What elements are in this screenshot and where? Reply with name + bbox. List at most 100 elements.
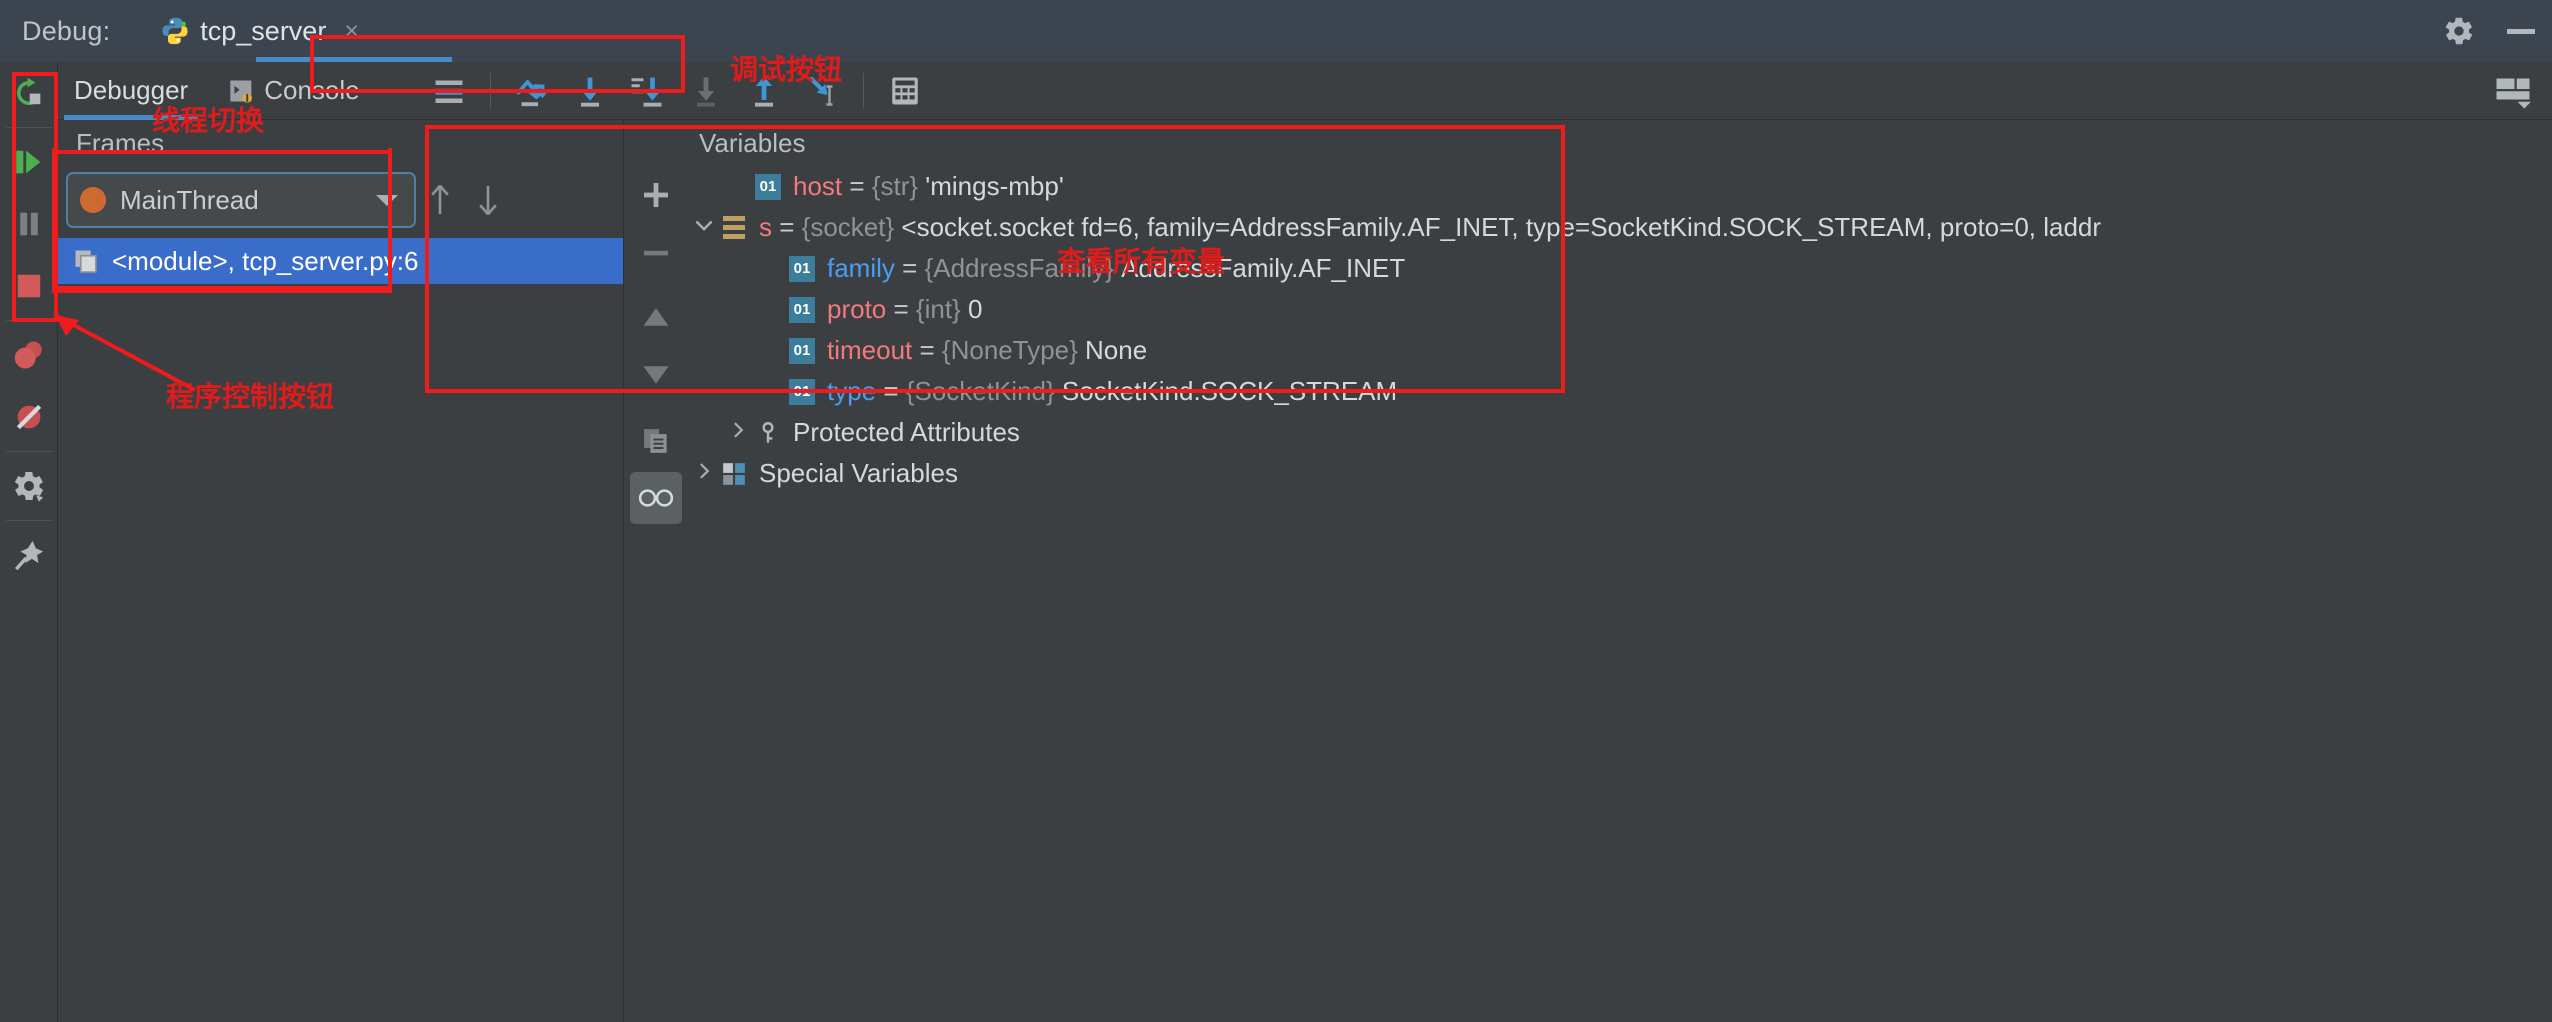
field-badge-icon: 01 xyxy=(789,379,815,405)
collection-icon xyxy=(721,215,747,241)
add-watch-button[interactable] xyxy=(625,166,687,224)
variables-toolbar xyxy=(625,166,687,1022)
move-down-button[interactable] xyxy=(625,346,687,404)
variable-row[interactable]: 01 type = {SocketKind} SocketKind.SOCK_S… xyxy=(687,371,2552,412)
variable-equals: = xyxy=(772,212,802,242)
pause-icon xyxy=(14,209,44,239)
minimize-button[interactable] xyxy=(2490,0,2552,62)
tab-console-label: Console xyxy=(264,75,359,106)
run-configuration-tab[interactable]: tcp_server × xyxy=(160,0,359,62)
variable-value: SocketKind.SOCK_STREAM xyxy=(1062,376,1397,406)
run-configuration-name: tcp_server xyxy=(200,16,326,47)
tree-twisty-collapsed[interactable] xyxy=(721,419,755,447)
step-into-my-code-icon xyxy=(688,73,724,109)
variable-type: {NoneType} xyxy=(942,335,1078,365)
step-over-button[interactable] xyxy=(503,66,561,116)
frame-down-button[interactable] xyxy=(464,172,512,228)
restore-layout-button[interactable] xyxy=(2488,71,2538,113)
frame-up-button[interactable] xyxy=(416,172,464,228)
variable-value: <socket.socket fd=6, family=AddressFamil… xyxy=(901,212,2101,242)
remove-watch-button[interactable] xyxy=(625,224,687,282)
settings-button[interactable] xyxy=(0,455,58,517)
variable-name: s xyxy=(759,212,772,242)
variable-row[interactable]: 01 host = {str} 'mings-mbp' xyxy=(687,166,2552,207)
variable-name: proto xyxy=(827,294,886,324)
field-badge-icon: 01 xyxy=(789,338,815,364)
debug-tabstrip: Debugger Console xyxy=(58,62,2552,120)
resume-button[interactable] xyxy=(0,131,58,193)
triangle-down-icon xyxy=(641,362,671,388)
variable-value: 'mings-mbp' xyxy=(925,171,1064,201)
calculator-icon xyxy=(888,74,922,108)
force-step-into-button[interactable] xyxy=(619,66,677,116)
annotation-thread-switch: 线程切换 xyxy=(152,99,264,139)
step-into-button[interactable] xyxy=(561,66,619,116)
rail-separator xyxy=(6,127,52,128)
chevron-right-icon xyxy=(728,419,748,441)
chevron-down-icon xyxy=(376,195,398,206)
variable-type: {SocketKind} xyxy=(906,376,1055,406)
gear-icon xyxy=(12,469,46,503)
annotation-view-all-variables: 查看所有变量 xyxy=(1057,240,1225,280)
frame-list: <module>, tcp_server.py:6 xyxy=(58,238,623,284)
rail-separator xyxy=(6,320,52,321)
pause-button[interactable] xyxy=(0,193,58,255)
thread-state-dot xyxy=(80,187,106,213)
variable-type: {str} xyxy=(872,171,918,201)
debug-body: Debugger Console xyxy=(58,62,2552,1022)
resume-icon xyxy=(12,145,46,179)
rerun-button[interactable] xyxy=(0,62,58,124)
frames-pane: Frames MainThread xyxy=(58,120,624,1022)
scroll-ghost xyxy=(6,902,24,1022)
minus-icon xyxy=(640,237,672,269)
key-icon xyxy=(755,420,781,446)
variable-group-row[interactable]: Special Variables xyxy=(687,453,2552,494)
toolbar-separator xyxy=(490,73,491,109)
chevron-right-icon xyxy=(694,460,714,482)
glasses-icon xyxy=(638,485,674,511)
step-into-icon xyxy=(572,73,608,109)
step-over-icon xyxy=(514,73,550,109)
layout-icon xyxy=(2493,74,2533,110)
gear-icon xyxy=(2443,15,2475,47)
tree-twisty-collapsed[interactable] xyxy=(687,460,721,488)
breakpoints-icon xyxy=(11,337,47,373)
variable-row[interactable]: 01 proto = {int} 0 xyxy=(687,289,2552,330)
view-breakpoints-button[interactable] xyxy=(0,324,58,386)
field-badge-icon: 01 xyxy=(755,174,781,200)
variable-group-label: Protected Attributes xyxy=(793,417,1020,448)
variable-group-row[interactable]: Protected Attributes xyxy=(687,412,2552,453)
stop-button[interactable] xyxy=(0,255,58,317)
debug-stepping-toolbar xyxy=(420,66,934,116)
variable-row[interactable]: 01 timeout = {NoneType} None xyxy=(687,330,2552,371)
watches-button[interactable] xyxy=(630,472,682,524)
list-item[interactable]: <module>, tcp_server.py:6 xyxy=(58,238,623,284)
execution-point-icon xyxy=(431,73,467,109)
toolbar-separator xyxy=(863,73,864,109)
variable-equals: = xyxy=(912,335,942,365)
copy-icon xyxy=(641,426,671,456)
variable-equals: = xyxy=(886,294,916,324)
variables-title: Variables xyxy=(699,128,805,159)
variable-group-label: Special Variables xyxy=(759,458,958,489)
settings-gear-button[interactable] xyxy=(2428,0,2490,62)
close-icon[interactable]: × xyxy=(344,19,359,44)
copy-value-button[interactable] xyxy=(625,412,687,470)
debug-label: Debug: xyxy=(22,16,110,47)
step-into-my-code-button[interactable] xyxy=(677,66,735,116)
tree-twisty-expanded[interactable] xyxy=(687,214,721,242)
variable-equals: = xyxy=(895,253,925,283)
pin-button[interactable] xyxy=(0,524,58,586)
evaluate-expression-button[interactable] xyxy=(876,66,934,116)
triangle-up-icon xyxy=(641,304,671,330)
variable-row[interactable]: s = {socket} <socket.socket fd=6, family… xyxy=(687,207,2552,248)
show-execution-point-button[interactable] xyxy=(420,66,478,116)
frames-header: Frames xyxy=(58,120,623,166)
mute-breakpoints-button[interactable] xyxy=(0,386,58,448)
stop-icon xyxy=(14,271,44,301)
variable-row[interactable]: 01 family = {AddressFamily} AddressFamil… xyxy=(687,248,2552,289)
arrow-up-icon xyxy=(427,183,453,217)
move-up-button[interactable] xyxy=(625,288,687,346)
rail-separator xyxy=(6,451,52,452)
thread-combobox[interactable]: MainThread xyxy=(66,172,416,228)
